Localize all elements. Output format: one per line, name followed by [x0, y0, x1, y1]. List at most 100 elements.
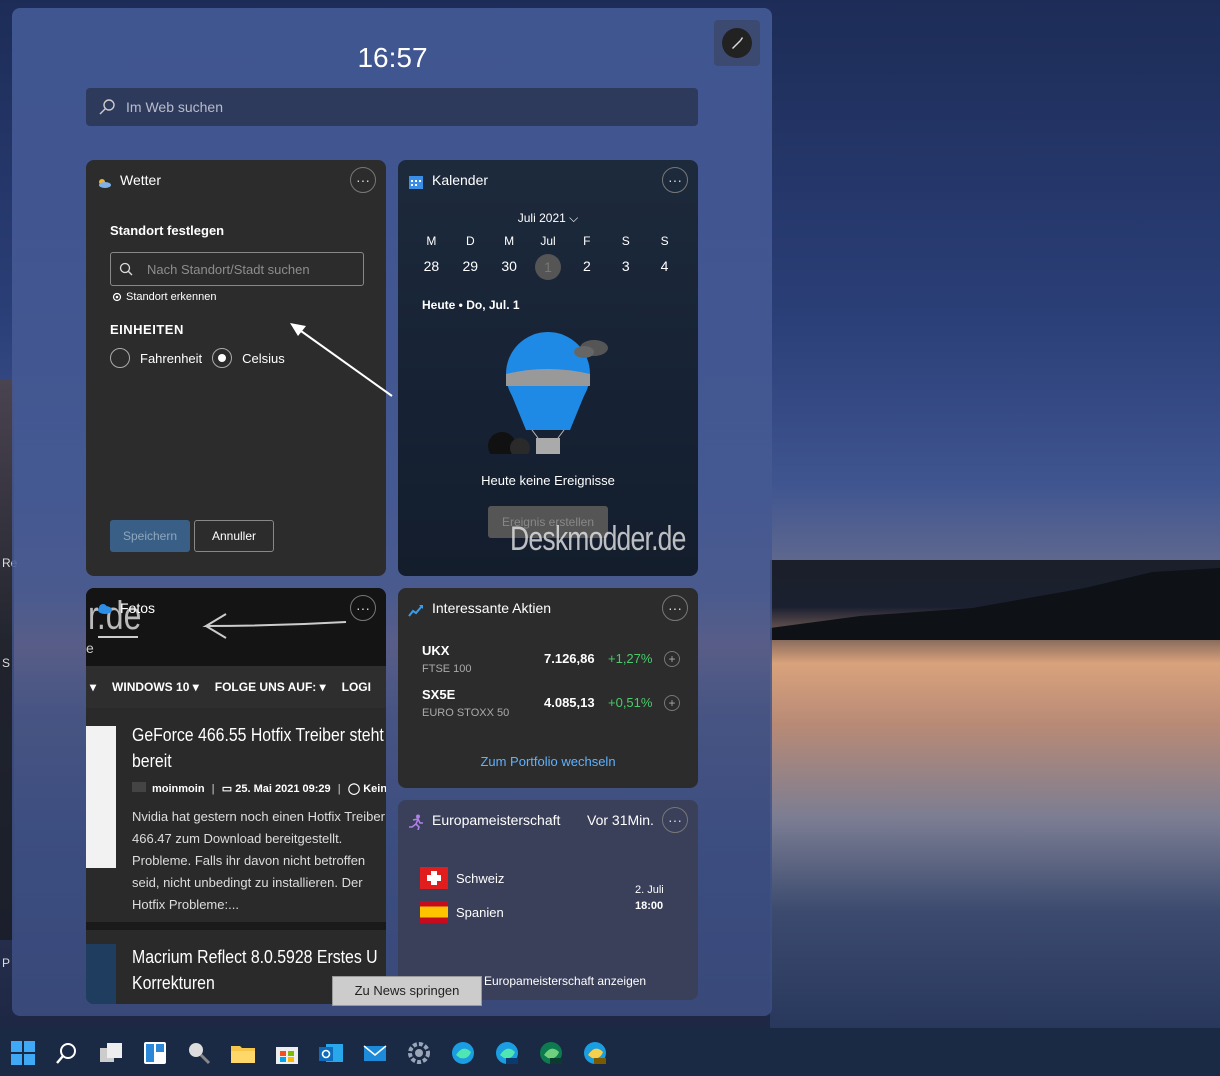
photos-more-button[interactable]: ··· — [350, 595, 376, 621]
stock-row[interactable]: SX5E EURO STOXX 50 4.085,13 +0,51% + — [422, 687, 690, 727]
edge-dev-icon[interactable] — [538, 1040, 564, 1066]
calendar-week-grid: M D M Jul F S S 28 29 30 1 2 3 4 — [412, 234, 684, 280]
search-icon[interactable] — [54, 1040, 80, 1066]
cancel-button[interactable]: Annuller — [194, 520, 274, 552]
sports-widget: Europameisterschaft Vor 31Min. ··· Schwe… — [398, 800, 698, 1000]
spain-flag-icon — [420, 901, 448, 923]
stock-change: +1,27% — [608, 651, 653, 666]
edge-beta-icon[interactable] — [494, 1040, 520, 1066]
mail-icon[interactable] — [362, 1040, 388, 1066]
file-explorer-icon[interactable] — [230, 1040, 256, 1066]
magnifier-icon[interactable] — [186, 1040, 212, 1066]
article-meta: moinmoin | ▭ 25. Mai 2021 09:29 | ◯ Kein — [132, 782, 386, 795]
article-title-line: bereit — [132, 751, 172, 771]
match-date: 2. Juli — [635, 884, 664, 896]
stock-name: FTSE 100 — [422, 663, 472, 675]
edge-canary-icon[interactable] — [582, 1040, 608, 1066]
switzerland-flag-icon — [420, 867, 448, 889]
weather-cloud-icon — [99, 179, 111, 188]
add-stock-icon[interactable]: + — [664, 651, 680, 667]
weather-more-button[interactable]: ··· — [350, 167, 376, 193]
fahrenheit-label: Fahrenheit — [140, 350, 203, 366]
calendar-icon: ▭ — [221, 783, 233, 795]
onedrive-cloud-icon — [98, 604, 112, 614]
location-search-field[interactable] — [110, 252, 364, 286]
customize-button[interactable] — [714, 20, 760, 66]
calendar-widget: Kalender ··· Juli 2021 ⌵ M D M Jul F S S… — [398, 160, 698, 576]
article-divider — [86, 922, 386, 930]
calendar-day[interactable]: 29 — [451, 258, 490, 280]
article-title-line: Macrium Reflect 8.0.5928 Erstes U — [132, 947, 378, 967]
weekday-label: S — [621, 234, 630, 248]
widgets-icon[interactable] — [142, 1040, 168, 1066]
task-view-icon[interactable] — [98, 1040, 124, 1066]
no-events-label: Heute keine Ereignisse — [481, 473, 615, 488]
today-label: Heute • Do, Jul. 1 — [422, 298, 520, 312]
settings-icon[interactable] — [406, 1040, 432, 1066]
search-icon — [99, 99, 115, 115]
handwritten-arrow — [202, 613, 347, 639]
stock-value: 7.126,86 — [544, 651, 595, 666]
stock-row[interactable]: UKX FTSE 100 7.126,86 +1,27% + — [422, 643, 690, 683]
article-comments: Kein — [363, 783, 386, 795]
edge-icon[interactable] — [450, 1040, 476, 1066]
team-row: Spanien — [420, 901, 504, 923]
detect-location-label: Standort erkennen — [126, 291, 217, 303]
calendar-day[interactable]: 2 — [567, 258, 606, 280]
author-avatar — [132, 782, 146, 792]
portfolio-link[interactable]: Zum Portfolio wechseln — [398, 754, 698, 769]
location-search-input[interactable] — [147, 261, 347, 277]
article-thumbnail — [86, 726, 116, 868]
championship-link[interactable]: Europameisterschaft anzeigen — [484, 974, 646, 988]
weekday-label: F — [583, 234, 591, 248]
taskbar — [0, 1028, 1220, 1076]
article-title-line: Korrekturen — [132, 973, 215, 993]
save-button[interactable]: Speichern — [110, 520, 190, 552]
calendar-more-button[interactable]: ··· — [662, 167, 688, 193]
site-nav-item[interactable]: LOGI — [342, 680, 371, 694]
outlook-icon[interactable] — [318, 1040, 344, 1066]
watermark: Deskmodder.de — [510, 520, 686, 558]
weekday-label: M — [504, 234, 515, 248]
sports-more-button[interactable]: ··· — [662, 807, 688, 833]
add-stock-icon[interactable]: + — [664, 695, 680, 711]
calendar-day[interactable]: 30 — [490, 258, 529, 280]
stocks-more-button[interactable]: ··· — [662, 595, 688, 621]
stock-symbol: SX5E — [422, 687, 456, 702]
site-nav-item[interactable]: FOLGE UNS AUF: ▾ — [215, 680, 326, 694]
hot-air-balloon-illustration — [488, 332, 608, 454]
calendar-day[interactable]: 3 — [606, 258, 645, 280]
match-datetime: 2. Juli 18:00 — [635, 882, 664, 914]
web-search-input[interactable] — [126, 99, 676, 115]
comment-icon: ◯ — [347, 783, 361, 795]
locate-icon — [112, 292, 122, 302]
jump-to-news-button[interactable]: Zu News springen — [332, 976, 482, 1006]
celsius-radio[interactable] — [212, 348, 233, 368]
sports-title: Europameisterschaft — [432, 812, 561, 828]
stocks-widget: Interessante Aktien ··· UKX FTSE 100 7.1… — [398, 588, 698, 788]
web-search-bar[interactable] — [86, 88, 698, 126]
article-title[interactable]: Macrium Reflect 8.0.5928 Erstes U Korrek… — [132, 944, 378, 996]
article-author: moinmoin — [152, 783, 205, 795]
calendar-title: Kalender — [432, 172, 489, 188]
detect-location-link[interactable]: Standort erkennen — [112, 291, 217, 303]
site-logo-sub: e — [86, 640, 94, 656]
site-nav-item[interactable]: WINDOWS 10 ▾ — [112, 680, 199, 694]
month-selector[interactable]: Juli 2021 ⌵ — [398, 211, 698, 226]
desktop-edge-label: S — [2, 656, 11, 670]
article-body: Nvidia hat gestern noch einen Hotfix Tre… — [132, 809, 385, 912]
windows-start-icon[interactable] — [10, 1040, 36, 1066]
month-label: Juli 2021 — [517, 211, 566, 225]
chevron-down-icon: ⌵ — [569, 211, 579, 225]
weekday-label: S — [660, 234, 669, 248]
calendar-day[interactable]: 28 — [412, 258, 451, 280]
calendar-day-today[interactable]: 1 — [534, 254, 561, 280]
units-label: EINHEITEN — [110, 322, 184, 337]
fahrenheit-radio[interactable] — [110, 348, 130, 368]
article-title[interactable]: GeForce 466.55 Hotfix Treiber steht bere… — [132, 722, 384, 774]
store-icon[interactable] — [274, 1040, 300, 1066]
calendar-day[interactable]: 4 — [645, 258, 684, 280]
photos-title: Fotos — [120, 600, 156, 616]
site-nav-item[interactable]: ▾ — [90, 680, 96, 694]
celsius-label: Celsius — [242, 350, 285, 366]
